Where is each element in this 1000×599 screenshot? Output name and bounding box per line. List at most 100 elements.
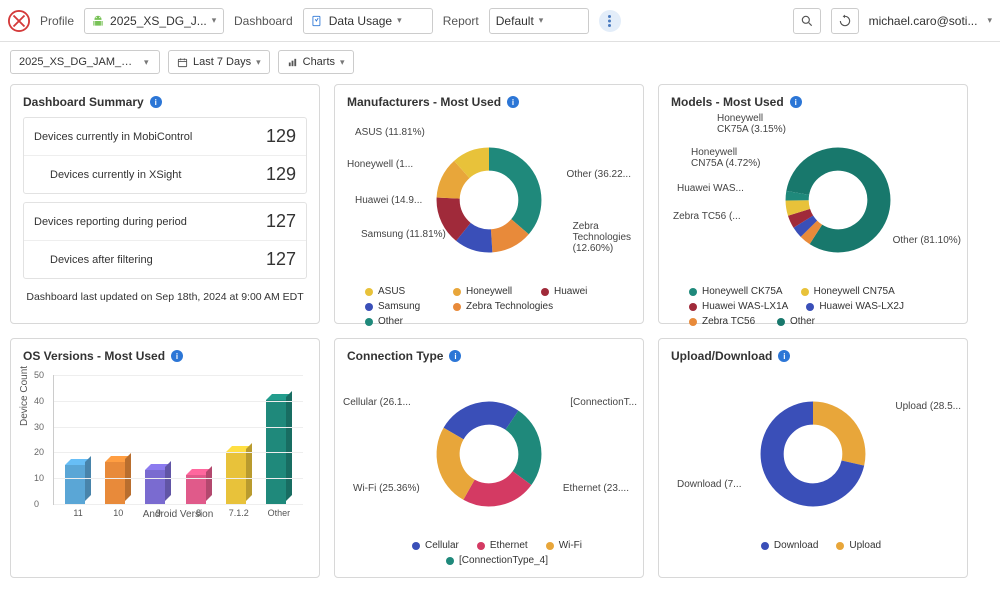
- card-connection-type: Connection Typei Cellular (26.1... [Conn…: [334, 338, 644, 578]
- app-logo-icon: [8, 10, 30, 32]
- profile-label: Profile: [40, 14, 74, 28]
- legend-item: Upload: [849, 540, 881, 551]
- dashboard-label: Dashboard: [234, 14, 293, 28]
- slice-label: Zebra TC56 (...: [673, 211, 741, 222]
- filter-view[interactable]: Charts ▾: [278, 50, 354, 74]
- legend-item: Ethernet: [490, 540, 528, 551]
- filter-view-value: Charts: [303, 56, 335, 68]
- kebab-icon: [608, 15, 611, 27]
- card-upload-download: Upload/Download i Upload (28.5... Downloa…: [658, 338, 968, 578]
- chevron-down-icon: ▾: [397, 15, 402, 26]
- more-button[interactable]: [599, 10, 621, 32]
- donut-chart: [775, 137, 900, 262]
- refresh-icon: [838, 14, 852, 28]
- card-title: Upload/Download: [671, 349, 772, 363]
- cards-grid: Dashboard Summary i Devices currently in …: [10, 84, 990, 578]
- report-select[interactable]: Default ▾: [489, 8, 589, 34]
- search-button[interactable]: [793, 8, 821, 34]
- info-icon[interactable]: i: [449, 350, 461, 362]
- android-icon: [91, 14, 105, 28]
- slice-label: Samsung (11.81%): [361, 229, 446, 240]
- filter-profile[interactable]: 2025_XS_DG_JAM_Americas ... ▾: [10, 50, 160, 74]
- legend: ASUS Honeywell Huawei Samsung Zebra Tech…: [347, 282, 631, 327]
- report-label: Report: [443, 14, 479, 28]
- legend-item: Cellular: [425, 540, 459, 551]
- card-title: Connection Type: [347, 349, 443, 363]
- legend-item: Zebra TC56: [702, 316, 755, 327]
- info-icon[interactable]: i: [150, 96, 162, 108]
- chart-icon: [287, 57, 298, 68]
- card-title: Manufacturers - Most Used: [347, 95, 501, 109]
- card-title: Models - Most Used: [671, 95, 784, 109]
- legend-item: Zebra Technologies: [466, 301, 553, 312]
- legend-item: Download: [774, 540, 818, 551]
- user-menu[interactable]: michael.caro@soti...: [869, 14, 978, 28]
- slice-label: Upload (28.5...: [895, 401, 961, 412]
- legend: Cellular Ethernet Wi-Fi [ConnectionType_…: [347, 536, 631, 566]
- summary-value: 127: [266, 249, 296, 270]
- chevron-down-icon: ▾: [987, 15, 992, 26]
- legend-item: ASUS: [378, 286, 405, 297]
- summary-label: Devices currently in MobiControl: [34, 131, 192, 143]
- info-icon[interactable]: i: [790, 96, 802, 108]
- card-os-versions: OS Versions - Most Usedi Device Count 11…: [10, 338, 320, 578]
- slice-label: Other (81.10%): [893, 235, 961, 246]
- y-axis-label: Device Count: [19, 366, 30, 426]
- slice-label: Cellular (26.1...: [343, 397, 411, 408]
- summary-label: Devices after filtering: [50, 254, 153, 266]
- search-icon: [800, 14, 814, 28]
- profile-value: 2025_XS_DG_J...: [110, 14, 207, 28]
- card-title: Dashboard Summary: [23, 95, 144, 109]
- info-icon[interactable]: i: [778, 350, 790, 362]
- filter-bar: 2025_XS_DG_JAM_Americas ... ▾ Last 7 Days…: [10, 50, 990, 74]
- slice-label: ASUS (11.81%): [355, 127, 425, 138]
- legend-item: Honeywell: [466, 286, 512, 297]
- chevron-down-icon: ▾: [539, 15, 544, 26]
- donut-chart: [415, 380, 563, 528]
- filter-period[interactable]: Last 7 Days ▾: [168, 50, 270, 74]
- info-icon[interactable]: i: [171, 350, 183, 362]
- chevron-down-icon: ▾: [256, 57, 261, 68]
- filter-period-value: Last 7 Days: [193, 56, 251, 68]
- dashboard-select[interactable]: Data Usage ▾: [303, 8, 433, 34]
- dashboard-value: Data Usage: [329, 14, 392, 28]
- legend-item: Huawei: [554, 286, 587, 297]
- chevron-down-icon: ▾: [212, 15, 217, 26]
- calendar-icon: [177, 57, 188, 68]
- slice-label: HoneywellCK75A (3.15%): [717, 113, 786, 135]
- legend-item: Huawei WAS-LX1A: [702, 301, 788, 312]
- legend-item: Other: [378, 316, 403, 327]
- donut-chart: [435, 146, 543, 254]
- donut-chart: [759, 400, 867, 508]
- filter-profile-value: 2025_XS_DG_JAM_Americas ...: [19, 56, 139, 68]
- main-content: 2025_XS_DG_JAM_Americas ... ▾ Last 7 Days…: [0, 42, 1000, 599]
- slice-label: Wi-Fi (25.36%): [353, 483, 420, 494]
- summary-value: 129: [266, 164, 296, 185]
- card-dashboard-summary: Dashboard Summary i Devices currently in …: [10, 84, 320, 324]
- slice-label: Honeywell (1...: [347, 159, 413, 170]
- legend-item: Honeywell CK75A: [702, 286, 783, 297]
- slice-label: ZebraTechnologies(12.60%): [573, 221, 631, 254]
- slice-label: Huawei (14.9...: [355, 195, 422, 206]
- bar-chart: 1110987.1.2Other 01020304050: [53, 375, 303, 505]
- slice-label: Other (36.22...: [567, 169, 631, 180]
- summary-label: Devices currently in XSight: [50, 169, 181, 181]
- summary-label: Devices reporting during period: [34, 216, 187, 228]
- profile-select[interactable]: 2025_XS_DG_J... ▾: [84, 8, 224, 34]
- chevron-down-icon: ▾: [340, 57, 345, 68]
- slice-label: HoneywellCN75A (4.72%): [691, 147, 760, 169]
- card-manufacturers: Manufacturers - Most Used i ASUS (11.81%)…: [334, 84, 644, 324]
- legend: Honeywell CK75A Honeywell CN75A Huawei W…: [671, 282, 955, 327]
- chevron-down-icon: ▾: [144, 57, 149, 68]
- legend: Download Upload: [671, 536, 955, 551]
- info-icon[interactable]: i: [507, 96, 519, 108]
- legend-item: Other: [790, 316, 815, 327]
- legend-item: Huawei WAS-LX2J: [819, 301, 904, 312]
- slice-label: Ethernet (23....: [563, 483, 629, 494]
- summary-value: 129: [266, 126, 296, 147]
- card-models: Models - Most Used i HoneywellCK75A (3.15…: [658, 84, 968, 324]
- top-bar: Profile 2025_XS_DG_J... ▾ Dashboard Data…: [0, 0, 1000, 42]
- slice-label: Download (7...: [677, 479, 741, 490]
- refresh-button[interactable]: [831, 8, 859, 34]
- legend-item: Wi-Fi: [559, 540, 582, 551]
